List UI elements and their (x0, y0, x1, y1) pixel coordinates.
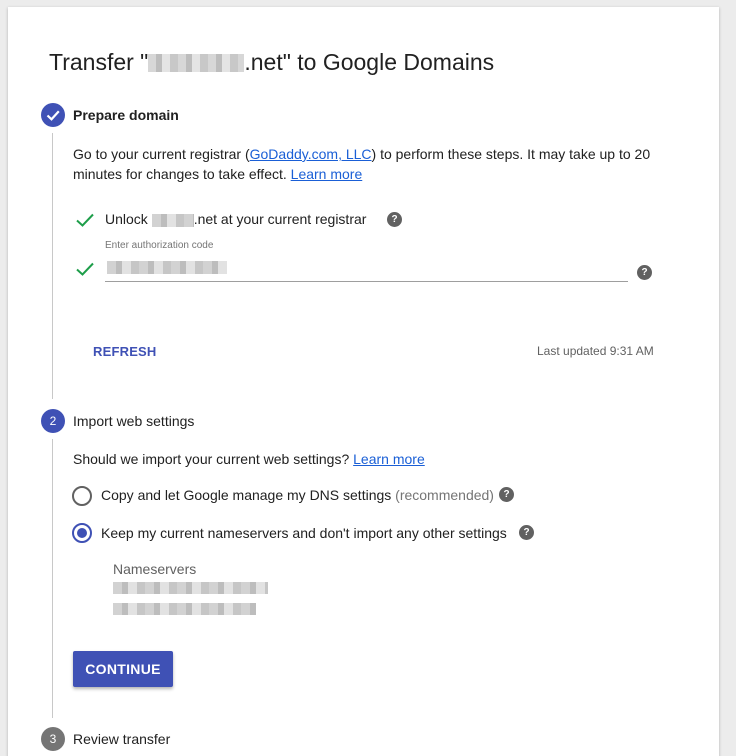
unlock-status: Unlock .net at your current registrar (105, 211, 367, 227)
keep-nameservers-radio[interactable] (72, 523, 92, 543)
keep-nameservers-label[interactable]: Keep my current nameservers and don't im… (101, 523, 507, 543)
step2-title: Import web settings (73, 413, 195, 429)
import-question: Should we import your current web settin… (73, 451, 425, 467)
unlock-help-icon[interactable]: ? (387, 212, 402, 227)
redacted-nameserver-2 (113, 603, 256, 615)
step2-circle: 2 (41, 409, 65, 433)
auth-code-label: Enter authorization code (105, 240, 214, 251)
step1-instructions: Go to your current registrar (GoDaddy.co… (73, 146, 651, 182)
green-check-icon (76, 262, 94, 276)
step3-circle: 3 (41, 727, 65, 751)
continue-button[interactable]: CONTINUE (73, 651, 173, 687)
step1-title: Prepare domain (73, 107, 179, 123)
registrar-link[interactable]: GoDaddy.com, LLC (250, 146, 372, 162)
last-updated-text: Last updated 9:31 AM (537, 344, 654, 358)
step2-connector (52, 439, 53, 718)
step1-learn-more-link[interactable]: Learn more (291, 166, 363, 182)
refresh-button[interactable]: REFRESH (93, 344, 157, 359)
step2-learn-more-link[interactable]: Learn more (353, 451, 425, 467)
auth-code-help-icon[interactable]: ? (637, 265, 652, 280)
redacted-domain (151, 213, 194, 227)
auth-code-input[interactable] (105, 255, 628, 282)
redacted-nameserver-1 (113, 582, 268, 594)
check-icon (46, 110, 60, 121)
keep-nameservers-help-icon[interactable]: ? (519, 525, 534, 540)
redacted-domain (148, 54, 245, 72)
step1-circle (41, 103, 65, 127)
dns-option-radio[interactable] (72, 486, 92, 506)
green-check-icon (76, 213, 94, 227)
step3-title: Review transfer (73, 731, 171, 747)
transfer-card: Transfer " .net" to Google Domains Prepar… (8, 7, 719, 756)
dns-option-help-icon[interactable]: ? (499, 487, 514, 502)
step1-connector (52, 133, 53, 399)
dns-option-label[interactable]: Copy and let Google manage my DNS settin… (101, 485, 494, 505)
redacted-auth-code (107, 261, 227, 274)
page-title: Transfer " .net" to Google Domains (49, 49, 495, 75)
nameservers-label: Nameservers (113, 561, 197, 577)
